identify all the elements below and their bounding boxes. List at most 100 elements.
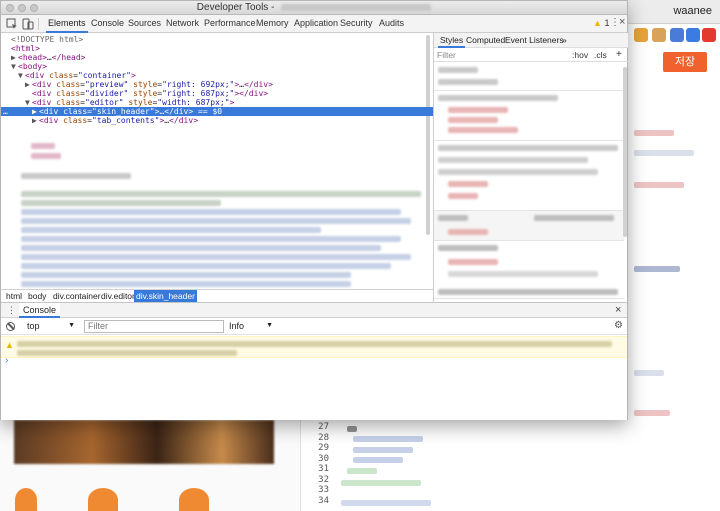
warning-icon: ▲ xyxy=(5,340,14,350)
tab-memory[interactable]: Memory xyxy=(254,15,291,33)
styles-filter-input[interactable]: Filter xyxy=(437,48,456,62)
expand-arrow-icon[interactable]: ▼ xyxy=(25,98,30,107)
window-titlebar[interactable]: Developer Tools - xyxy=(1,1,627,15)
tab-security[interactable]: Security xyxy=(338,15,375,33)
close-drawer-icon[interactable]: × xyxy=(615,303,621,317)
dom-node[interactable] xyxy=(21,281,351,287)
style-rule[interactable] xyxy=(434,211,624,241)
extension-icon[interactable] xyxy=(686,28,700,42)
dom-node[interactable]: ▼ <div class="container"> xyxy=(1,71,433,80)
devtools-window[interactable]: Developer Tools - Elements Console Sourc… xyxy=(0,0,628,420)
shield-icon[interactable] xyxy=(670,28,684,42)
username-label[interactable]: waanee xyxy=(673,5,712,17)
expand-arrow-icon[interactable]: ▼ xyxy=(18,71,23,80)
dom-node[interactable]: ▶ <div class="preview" style="right: 692p… xyxy=(1,80,433,89)
breadcrumb-item[interactable]: div.container xyxy=(51,290,103,302)
tab-event-listeners[interactable]: Event Listeners xyxy=(503,33,566,48)
elements-tree[interactable]: <!DOCTYPE html> <html> ▶ <head>…</head> ▼ <bo… xyxy=(1,33,433,289)
tab-computed[interactable]: Computed xyxy=(464,33,507,48)
new-rule-icon[interactable]: + xyxy=(616,48,622,62)
extension-icon[interactable] xyxy=(652,28,666,42)
line-number: 31 xyxy=(318,464,329,474)
dom-node[interactable] xyxy=(21,209,401,215)
expand-arrow-icon[interactable]: ▼ xyxy=(11,62,16,71)
drawer-tab-console[interactable]: Console xyxy=(19,303,61,318)
tab-elements[interactable]: Elements xyxy=(46,15,88,33)
dom-node-selected[interactable]: … ▶ <div class="skin_header">…</div> == $0 xyxy=(1,107,433,116)
dom-node[interactable]: ▼ <body> xyxy=(1,62,433,71)
tab-styles[interactable]: Styles xyxy=(438,33,466,48)
clear-console-icon[interactable] xyxy=(6,322,15,331)
breadcrumb-item[interactable]: html xyxy=(4,290,24,302)
console-prompt[interactable]: › xyxy=(5,355,8,366)
console-drawer: ⋮ Console × top ▼ Filter Info ▼ ⚙ ▲ › xyxy=(1,302,627,420)
close-devtools-icon[interactable]: × xyxy=(619,16,625,28)
style-rule[interactable] xyxy=(434,141,624,211)
dom-node[interactable]: <div class="divider" style="right: 687px… xyxy=(1,89,433,98)
warning-counter[interactable]: ▲ 1 xyxy=(593,18,609,28)
device-toolbar-icon[interactable] xyxy=(22,18,34,30)
window-title-text: Developer Tools - xyxy=(196,2,278,13)
tab-sources[interactable]: Sources xyxy=(126,15,163,33)
dom-node[interactable] xyxy=(21,200,221,206)
dom-node[interactable]: ▼ <div class="editor" style="width: 687px… xyxy=(1,98,433,107)
expand-arrow-icon[interactable]: ▶ xyxy=(32,116,37,125)
line-number: 28 xyxy=(318,432,329,443)
console-filter-input[interactable]: Filter xyxy=(84,320,224,333)
expand-arrow-icon[interactable]: ▶ xyxy=(25,80,30,89)
inspect-element-icon[interactable] xyxy=(6,18,18,30)
dom-node[interactable]: <html> xyxy=(1,44,433,53)
class-toggle[interactable]: .cls xyxy=(594,48,607,62)
style-rule[interactable] xyxy=(434,63,624,91)
category-icon xyxy=(15,488,37,511)
save-button[interactable]: 저장 xyxy=(663,52,707,72)
dom-node[interactable] xyxy=(21,254,411,260)
dom-node[interactable] xyxy=(21,218,411,224)
line-number: 34 xyxy=(318,495,329,506)
breadcrumb-item[interactable]: body xyxy=(26,290,48,302)
styles-scrollbar[interactable] xyxy=(623,67,627,237)
tab-audits[interactable]: Audits xyxy=(377,15,406,33)
drawer-menu-icon[interactable]: ⋮ xyxy=(7,303,16,317)
preview-image xyxy=(14,420,274,464)
console-warning-message[interactable]: ▲ xyxy=(1,336,627,358)
log-level-select[interactable]: Info ▼ xyxy=(225,320,275,333)
more-tabs-icon[interactable]: » xyxy=(560,33,569,48)
style-rule[interactable] xyxy=(434,91,624,141)
youtube-icon[interactable] xyxy=(702,28,716,42)
expand-arrow-icon[interactable]: ▶ xyxy=(11,53,16,62)
log-level-value: Info xyxy=(229,321,245,331)
hover-state-toggle[interactable]: :hov xyxy=(572,48,588,62)
toolbar-divider xyxy=(38,18,39,30)
extension-icon[interactable] xyxy=(634,28,648,42)
dom-node[interactable] xyxy=(21,236,401,242)
dom-node[interactable] xyxy=(21,191,421,197)
expand-arrow-icon[interactable]: ▶ xyxy=(32,107,37,116)
dom-node[interactable] xyxy=(21,263,391,269)
warning-count: 1 xyxy=(604,18,610,28)
dom-node[interactable] xyxy=(21,173,131,179)
breadcrumb-item-active[interactable]: div.skin_header xyxy=(134,290,197,302)
gear-icon[interactable]: ⚙ xyxy=(614,320,623,331)
window-title-url xyxy=(281,3,432,11)
style-rule[interactable] xyxy=(434,241,624,299)
dom-node[interactable] xyxy=(31,153,61,159)
styles-pane: Styles Computed Event Listeners » Filter… xyxy=(433,33,628,302)
dom-node[interactable]: ▶ <div class="tab_contents">…</div> xyxy=(1,116,433,125)
tab-network[interactable]: Network xyxy=(164,15,201,33)
context-select[interactable]: top ▼ xyxy=(23,320,77,333)
tab-performance[interactable]: Performance xyxy=(202,15,258,33)
dom-node[interactable] xyxy=(21,245,381,251)
tab-application[interactable]: Application xyxy=(292,15,340,33)
breadcrumb: html body div.container div.editor div.s… xyxy=(1,289,433,302)
dom-node[interactable] xyxy=(21,227,321,233)
tab-console[interactable]: Console xyxy=(89,15,126,33)
breadcrumb-item[interactable]: div.editor xyxy=(99,290,137,302)
dom-node[interactable] xyxy=(31,143,55,149)
dom-node[interactable] xyxy=(21,272,351,278)
dom-node[interactable]: <!DOCTYPE html> xyxy=(1,35,433,44)
code-editor[interactable]: 27 28 29 30 31 32 33 34 xyxy=(300,420,720,511)
context-value: top xyxy=(27,321,40,331)
dom-node[interactable]: ▶ <head>…</head> xyxy=(1,53,433,62)
editor-code-right xyxy=(630,80,720,420)
